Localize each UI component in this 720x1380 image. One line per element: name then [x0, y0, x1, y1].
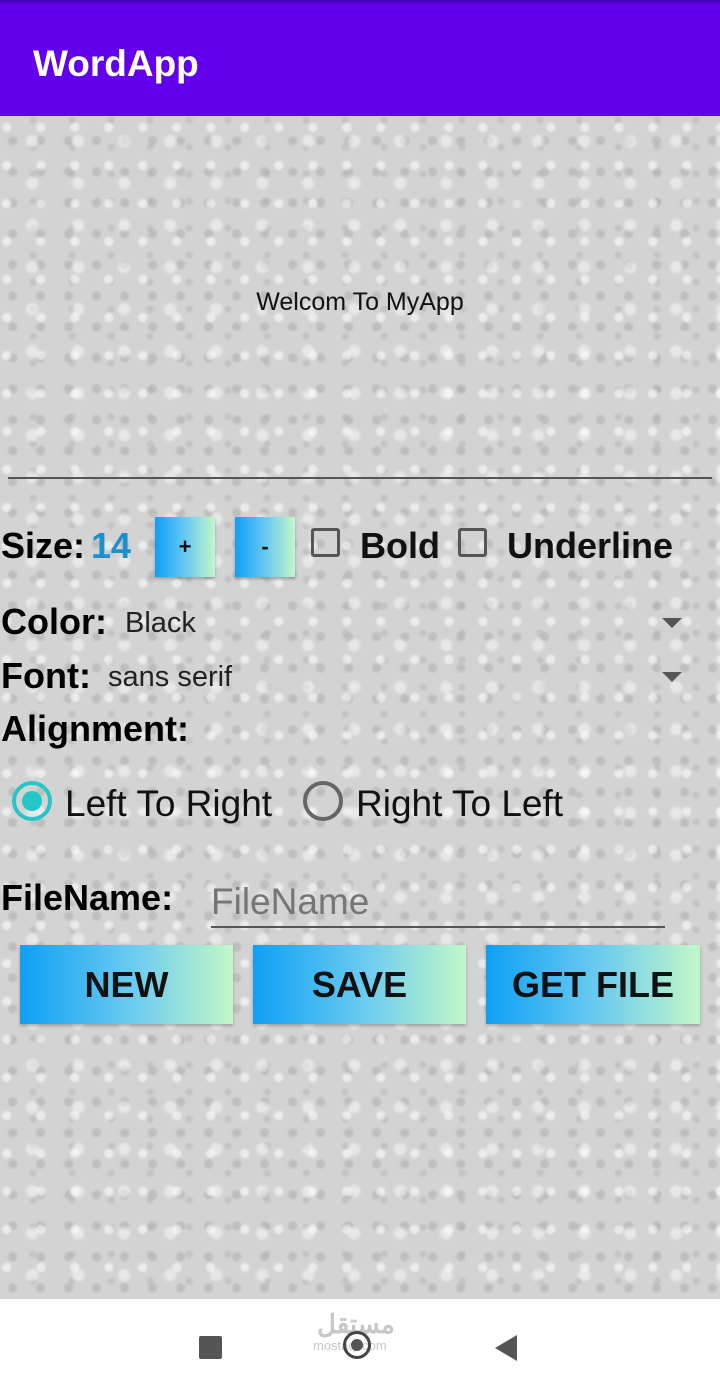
app-bar: WordApp [0, 0, 720, 116]
radio-left-to-right-label[interactable]: Left To Right [65, 785, 272, 822]
alignment-label: Alignment: [1, 708, 189, 749]
font-spinner[interactable]: sans serif [108, 663, 232, 692]
size-value: 14 [91, 525, 132, 566]
radio-left-to-right[interactable] [12, 781, 52, 821]
filename-input[interactable] [211, 878, 665, 928]
color-label: Color: [1, 601, 107, 642]
size-label: Size: [1, 525, 86, 566]
recent-apps-icon[interactable] [199, 1336, 222, 1359]
size-decrease-button[interactable]: - [235, 517, 295, 577]
back-icon[interactable] [495, 1335, 517, 1361]
new-button[interactable]: NEW [20, 945, 233, 1024]
app-title: WordApp [33, 43, 199, 84]
get-file-button[interactable]: GET FILE [486, 945, 700, 1024]
radio-right-to-left[interactable] [303, 781, 343, 821]
filename-label: FileName: [1, 877, 174, 918]
bold-checkbox[interactable] [311, 528, 340, 557]
underline-checkbox[interactable] [458, 528, 487, 557]
underline-label[interactable]: Underline [507, 528, 673, 564]
color-dropdown-arrow-icon[interactable] [662, 618, 682, 628]
size-increase-button[interactable]: + [155, 517, 215, 577]
font-dropdown-arrow-icon[interactable] [662, 672, 682, 682]
home-icon[interactable] [343, 1331, 371, 1359]
save-button[interactable]: SAVE [253, 945, 466, 1024]
editor-text[interactable]: Welcom To MyApp [0, 290, 720, 315]
font-label: Font: [1, 655, 91, 696]
editor-underline [8, 477, 712, 479]
system-nav-bar: مستقل mostaql.com [0, 1299, 720, 1380]
bold-label[interactable]: Bold [360, 528, 440, 564]
radio-right-to-left-label[interactable]: Right To Left [356, 785, 563, 822]
color-spinner[interactable]: Black [125, 609, 196, 638]
